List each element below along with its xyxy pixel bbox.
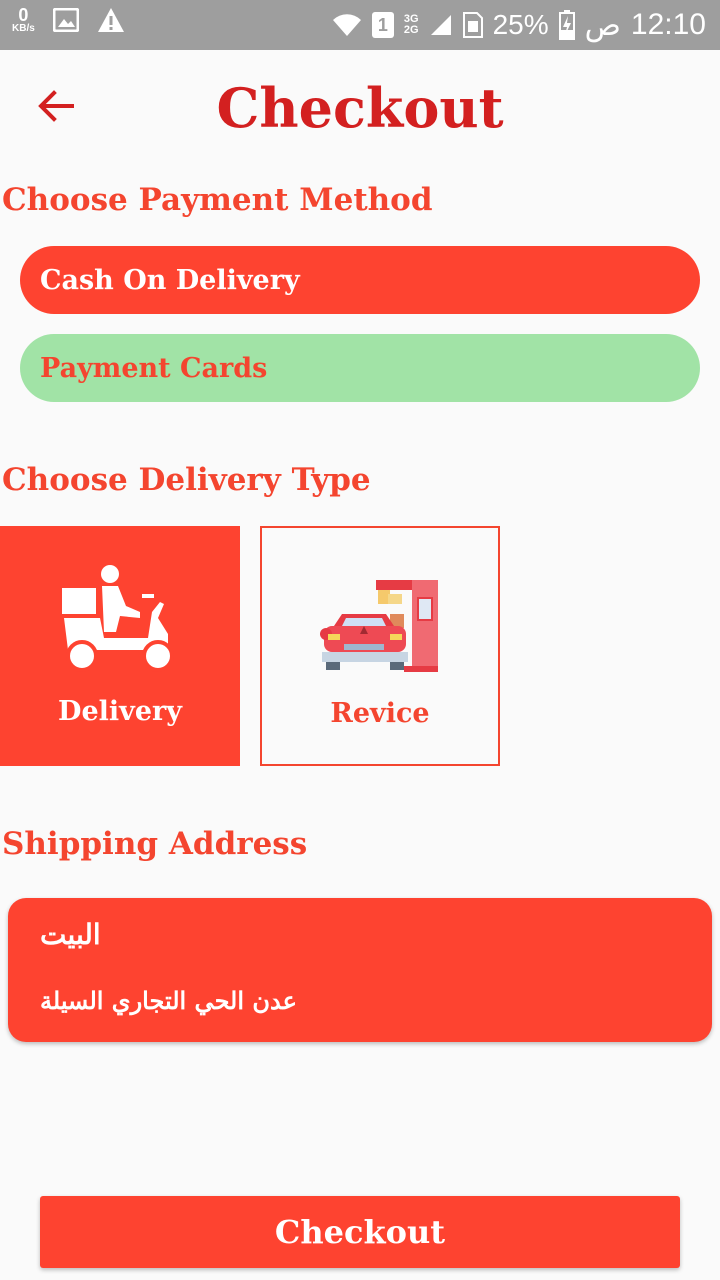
network-speed: 0 KB/s xyxy=(12,6,35,34)
payment-cards-label: Payment Cards xyxy=(40,352,268,384)
status-right: 1 3G 2G 25% ص 12:10 xyxy=(332,0,706,50)
revice-label: Revice xyxy=(330,698,430,729)
checkout-button[interactable]: Checkout xyxy=(40,1196,680,1268)
delivery-label: Delivery xyxy=(58,696,182,727)
battery-percent: 25% xyxy=(492,9,549,40)
drive-through-icon xyxy=(320,580,438,672)
network-type-bottom: 2G xyxy=(403,24,419,36)
network-speed-unit: KB/s xyxy=(12,23,35,34)
payment-cards-option[interactable]: Payment Cards xyxy=(20,334,700,402)
delivery-option[interactable]: Delivery xyxy=(0,526,240,766)
status-left: 0 KB/s xyxy=(12,6,125,34)
network-type: 3G 2G xyxy=(404,14,419,36)
warning-icon xyxy=(97,8,124,32)
signal-icon xyxy=(430,15,451,35)
wifi-icon xyxy=(332,14,361,36)
checkout-button-label: Checkout xyxy=(274,1213,446,1251)
shipping-address-card[interactable]: البيت عدن الحي التجاري السيلة xyxy=(8,898,712,1042)
shipping-address-heading: Shipping Address xyxy=(2,826,308,862)
cash-on-delivery-label: Cash On Delivery xyxy=(40,264,300,296)
page-title: Checkout xyxy=(216,76,504,140)
scooter-delivery-icon xyxy=(62,565,174,672)
address-name: البيت xyxy=(40,918,101,951)
sim-slot: 1 xyxy=(371,12,394,38)
cash-on-delivery-option[interactable]: Cash On Delivery xyxy=(20,246,700,314)
network-speed-value: 0 xyxy=(18,5,29,25)
sim-card-icon xyxy=(462,12,483,38)
ampm: ص xyxy=(584,8,621,42)
delivery-type-heading: Choose Delivery Type xyxy=(2,462,371,498)
status-bar: 0 KB/s 1 3G 2G 25% ص 12:10 xyxy=(0,0,720,50)
address-line: عدن الحي التجاري السيلة xyxy=(40,986,297,1015)
clock: 12:10 xyxy=(630,8,706,41)
gallery-icon xyxy=(52,8,79,32)
battery-charging-icon xyxy=(558,10,575,40)
payment-method-heading: Choose Payment Method xyxy=(2,182,433,218)
revice-option[interactable]: Revice xyxy=(260,526,500,766)
